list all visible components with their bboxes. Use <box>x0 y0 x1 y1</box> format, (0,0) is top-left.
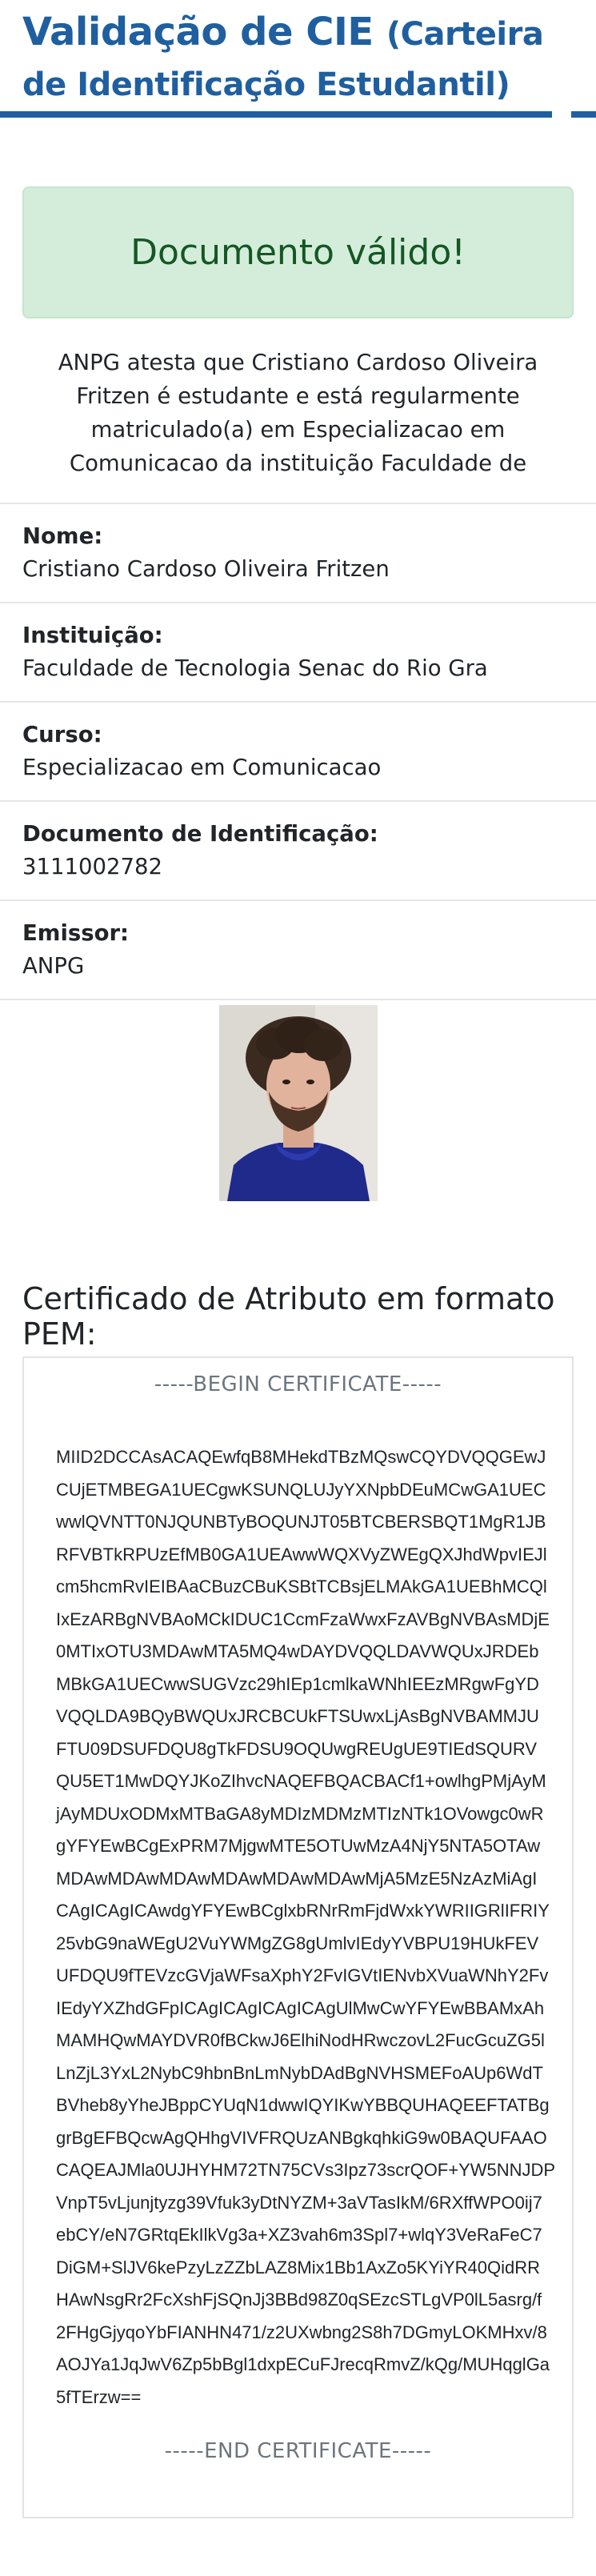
title-main: Validação de CIE <box>22 10 374 54</box>
field-value: Especializacao em Comunicacao <box>22 755 382 780</box>
field-value: Cristiano Cardoso Oliveira Fritzen <box>22 556 390 582</box>
student-fields: Nome: Cristiano Cardoso Oliveira Fritzen… <box>0 503 596 1000</box>
certificate-line: IxEzARBgNVBAoMCkIDUC1CcmFzaWwxFzAVBgNVBA… <box>56 1608 550 1629</box>
certificate-line: HAwNsgRr2FcXshFjSQnJj3BBd98Z0qSEzcSTLgVP… <box>56 2290 542 2310</box>
certificate-line: 5fTErzw== <box>56 2386 142 2407</box>
certificate-line: 25vbG9naWEgU2VuYWMgZG8gUmlvIEdyYVBPU19HU… <box>56 1933 539 1953</box>
certificate-line: ebCY/eN7GRtqEkIlkVg3a+XZ3vah6m3Spl7+wlqY… <box>56 2225 542 2245</box>
field-value: ANPG <box>22 953 85 979</box>
certificate-line: grBgEFBQcwAgQHhgVIVFRQUzANBgkqhkiG9w0BAQ… <box>56 2127 547 2148</box>
page: Validação de CIE (Carteira de Identifica… <box>0 0 596 2518</box>
certificate-title: Certificado de Atributo em formato PEM: <box>22 1281 555 1352</box>
certificate-line: CAgICAgICAwdgYFYEwBCglxbRNrRmFjdWxkYWRII… <box>56 1901 550 1921</box>
certificate-line: gYFYEwBCgExPRM7MjgwMTE5OTUwMzA4NjY5NTA5O… <box>56 1836 541 1856</box>
field-id-document: Documento de Identificação: 3111002782 <box>0 800 596 899</box>
field-issuer: Emissor: ANPG <box>0 899 596 999</box>
certificate-line: AOJYa1JqJwV6Zp5bBgl1dxpECuFJrecqRmvZ/kQg… <box>56 2354 550 2374</box>
page-header: Validação de CIE (Carteira de Identifica… <box>0 0 596 109</box>
certificate-line: CUjETMBEGA1UECgwKSUNQLUJyYXNpbDEuMCwGA1U… <box>56 1479 546 1500</box>
certificate-end-marker: -----END CERTIFICATE----- <box>164 2439 432 2463</box>
field-label: Nome: <box>22 523 103 549</box>
field-label: Documento de Identificação: <box>22 821 378 847</box>
certificate-line: 0MTIxOTU3MDAwMTA5MQ4wDAYDVQQLDAVWQUxJRDE… <box>56 1641 539 1661</box>
certificate-begin-marker: -----BEGIN CERTIFICATE----- <box>154 1372 442 1396</box>
certificate-line: CAQEAJMla0UJHYHM72TN75CVs3Ipz73scrQOF+YW… <box>56 2160 556 2180</box>
validity-alert-text: Documento válido! <box>130 232 466 273</box>
certificate-line: cm5hcmRvIEIBAaCBuzCBuKSBtTCBsjELMAkGA1UE… <box>56 1576 547 1596</box>
field-name: Nome: Cristiano Cardoso Oliveira Fritzen <box>0 503 596 602</box>
certificate-body: MIID2DCCAsACAQEwfqB8MHekdTBzMQswCQYDVQQG… <box>56 1441 556 2414</box>
certificate-line: LnZjL3YxL2NybC9hbnBnLmNybDAdBgNVHSMEFoAU… <box>56 2062 543 2083</box>
certificate-line: MAMHQwMAYDVR0fBCkwJ6ElhiNodHRwczovL2FucG… <box>56 2030 545 2050</box>
validity-alert: Documento válido! <box>22 186 574 318</box>
field-label: Emissor: <box>22 920 130 946</box>
certificate-line: 2FHgGjyqoYbFIANHN471/z2UXwbng2S8h7DGmyLO… <box>56 2322 547 2342</box>
certificate-line: DiGM+SlJV6kePzyLzZZbLAZ8Mix1Bb1AxZo5KYiY… <box>56 2257 541 2278</box>
photo-container <box>0 1005 596 1201</box>
certificate-line: BVheb8yYheJBppCYUqN1dwwIQYIKwYBBQUHAQEEF… <box>56 2095 550 2115</box>
student-photo <box>218 1005 378 1201</box>
certificate-box: -----BEGIN CERTIFICATE----- MIID2DCCAsAC… <box>22 1356 574 2518</box>
certificate-line: wwlQVNTT0NJQUNBTyBOQUNJT05BTCBERSBQT1MgR… <box>56 1512 546 1532</box>
field-institution: Instituição: Faculdade de Tecnologia Sen… <box>0 602 596 701</box>
header-underline <box>0 111 552 118</box>
certificate-line: jAyMDUxODMxMTBaGA8yMDIzMDMzMTIzNTk1OVowg… <box>56 1803 544 1824</box>
certificate-line: FTU09DSUFDQU8gTkFDSU9OQUwgREUgUE9TIEdSQU… <box>56 1738 538 1759</box>
page-title: Validação de CIE (Carteira de Identifica… <box>22 8 574 109</box>
field-course: Curso: Especializacao em Comunicacao <box>0 701 596 800</box>
certificate-line: IEdyYXZhdGFpICAgICAgICAgICAgUlMwCwYFYEwB… <box>56 1997 545 2018</box>
certificate-line: VQQLDA9BQyBWQUxJRCBCUkFTSUwxLjAsBgNVBAMM… <box>56 1706 539 1726</box>
field-label: Curso: <box>22 722 102 747</box>
certificate-line: VnpT5vLjunjtyzg39Vfuk3yDtNYZM+3aVTasIkM/… <box>56 2192 542 2213</box>
certificate-line: MIID2DCCAsACAQEwfqB8MHekdTBzMQswCQYDVQQG… <box>56 1447 546 1467</box>
certificate-line: QU5ET1MwDQYJKoZIhvcNAQEFBQACBACf1+owlhgP… <box>56 1771 546 1791</box>
field-label: Instituição: <box>22 623 163 648</box>
certificate-line: MBkGA1UECwwSUGVzc29hIEp1cmlkaWNhIEEzMRgw… <box>56 1673 539 1694</box>
certificate-line: UFDQU9fTEVzcGVjaWFsaXphY2FvIGVtIENvbXVua… <box>56 1965 549 1985</box>
field-value: 3111002782 <box>22 854 162 879</box>
attestation-statement: ANPG atesta que Cristiano Cardoso Olivei… <box>58 350 538 476</box>
field-value: Faculdade de Tecnologia Senac do Rio Gra <box>22 655 488 681</box>
certificate-line: MDAwMDAwMDAwMDAwMDAwMDAwMjA5MzE5NzAzMiAg… <box>56 1868 538 1889</box>
certificate-line: RFVBTkRPUzEfMB0GA1UEAwwWQXVyZWEgQXJhdWpv… <box>56 1544 547 1564</box>
student-portrait-image <box>218 1005 378 1201</box>
header-underline-end <box>571 111 596 118</box>
